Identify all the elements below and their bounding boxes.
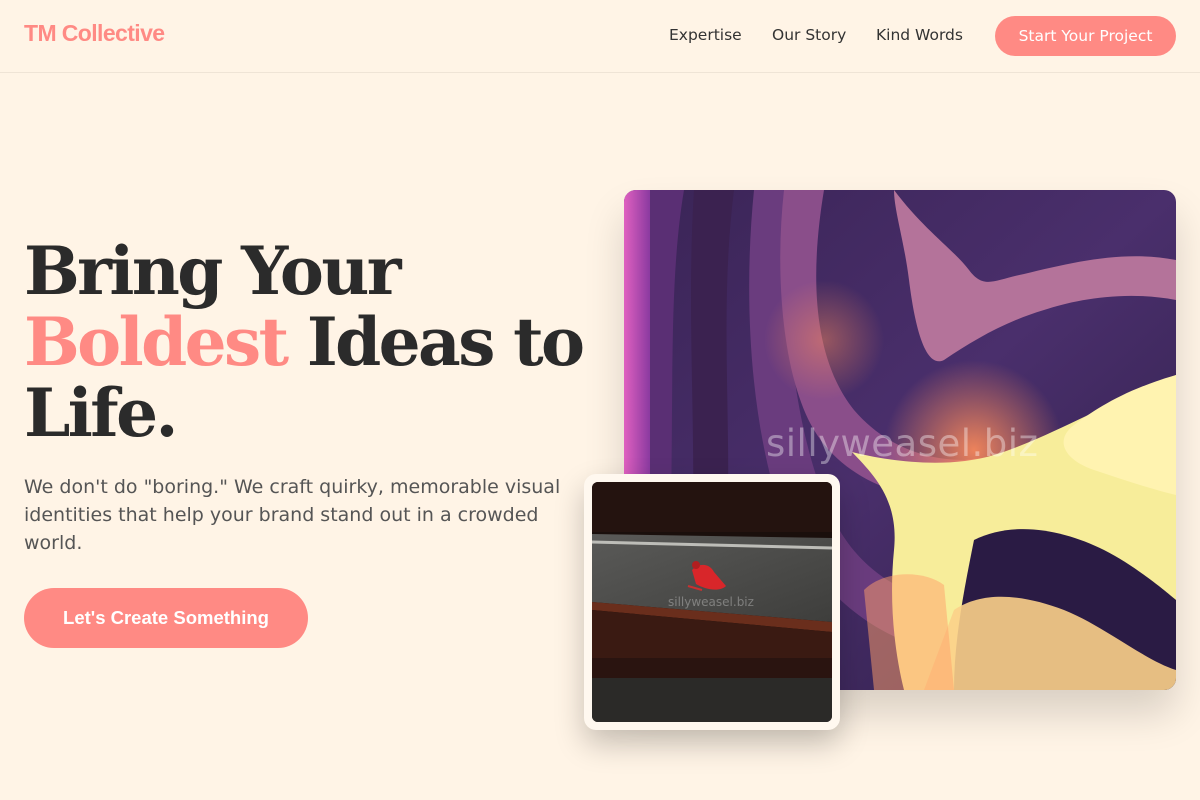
artwork-watermark: sillyweasel.biz <box>766 422 1039 465</box>
photo-watermark: sillyweasel.biz <box>668 595 754 609</box>
start-project-button[interactable]: Start Your Project <box>995 16 1176 56</box>
nav-link-our-story[interactable]: Our Story <box>772 26 846 44</box>
photo-card: sillyweasel.biz <box>584 474 840 730</box>
logo[interactable]: TM Collective <box>24 20 165 47</box>
hero-title: Bring Your Boldest Ideas to Life. <box>24 236 604 449</box>
hero-subtitle: We don't do "boring." We craft quirky, m… <box>24 476 561 554</box>
hero-title-line2: Ideas to <box>286 303 585 381</box>
nav-link-kind-words[interactable]: Kind Words <box>876 26 963 44</box>
nav-link-expertise[interactable]: Expertise <box>669 26 742 44</box>
hero-title-accent: Boldest <box>24 303 289 381</box>
site-header: TM Collective Expertise Our Story Kind W… <box>0 0 1200 73</box>
photo-figure-red-dress: sillyweasel.biz <box>592 482 832 722</box>
lets-create-button[interactable]: Let's Create Something <box>24 588 308 648</box>
hero-title-line3: Life. <box>24 374 178 452</box>
hero-title-line1: Bring Your <box>24 232 402 310</box>
